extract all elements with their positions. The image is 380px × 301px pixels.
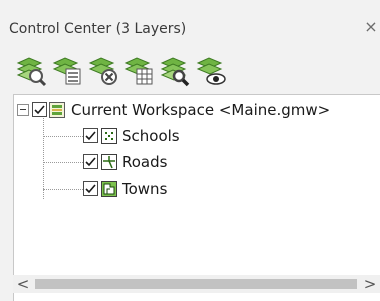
checkmark-icon bbox=[85, 184, 96, 194]
layer-eye-icon bbox=[196, 57, 226, 85]
layer-table-button[interactable] bbox=[122, 54, 156, 88]
line-layer-icon bbox=[101, 154, 117, 170]
layer-remove-icon bbox=[88, 57, 117, 85]
layer-list-icon bbox=[52, 57, 81, 85]
scroll-right-arrow[interactable]: > bbox=[362, 275, 378, 293]
layer-magnifier-icon bbox=[16, 57, 47, 87]
tree-connector-schools bbox=[43, 136, 83, 137]
tree-connector-towns bbox=[43, 189, 83, 190]
collapse-workspace-toggle[interactable] bbox=[17, 104, 29, 116]
polygon-layer-icon bbox=[101, 181, 117, 197]
layer-table-icon bbox=[124, 57, 153, 85]
layer-visibility-button[interactable] bbox=[194, 54, 228, 88]
scroll-left-arrow[interactable]: < bbox=[15, 275, 31, 293]
line-glyph bbox=[103, 156, 115, 169]
remove-layer-button[interactable] bbox=[86, 54, 120, 88]
tree-connector-vertical bbox=[43, 116, 44, 199]
checkmark-icon bbox=[85, 131, 96, 141]
layer-search-icon bbox=[160, 57, 190, 87]
workspace-checkbox[interactable] bbox=[32, 102, 47, 117]
layer-label-roads[interactable]: Roads bbox=[122, 153, 167, 171]
checkmark-icon bbox=[34, 105, 45, 115]
close-icon[interactable]: × bbox=[362, 18, 380, 36]
layer-properties-button[interactable] bbox=[50, 54, 84, 88]
layer-toolbar bbox=[0, 54, 380, 90]
layer-tree: Current Workspace <Maine.gmw> Schools Ro… bbox=[13, 94, 380, 301]
towns-checkbox[interactable] bbox=[83, 181, 98, 196]
horizontal-scrollbar[interactable]: < > bbox=[13, 275, 380, 293]
workspace-icon bbox=[49, 102, 65, 118]
tree-connector-roads bbox=[43, 162, 83, 163]
polygon-glyph bbox=[103, 183, 115, 195]
point-layer-icon bbox=[101, 128, 117, 144]
panel-titlebar: Control Center (3 Layers) × bbox=[0, 0, 380, 38]
workspace-label[interactable]: Current Workspace <Maine.gmw> bbox=[71, 101, 330, 119]
workspace-glyph bbox=[52, 105, 62, 115]
scrollbar-thumb[interactable] bbox=[35, 279, 357, 289]
layer-label-schools[interactable]: Schools bbox=[122, 127, 180, 145]
control-center-panel: Control Center (3 Layers) × Current Work… bbox=[0, 0, 380, 301]
checkmark-icon bbox=[85, 157, 96, 167]
find-in-layer-button[interactable] bbox=[158, 54, 192, 88]
point-glyph bbox=[105, 132, 113, 140]
zoom-to-layer-button[interactable] bbox=[14, 54, 48, 88]
layer-label-towns[interactable]: Towns bbox=[122, 180, 167, 198]
panel-title: Control Center (3 Layers) bbox=[9, 21, 187, 37]
roads-checkbox[interactable] bbox=[83, 154, 98, 169]
schools-checkbox[interactable] bbox=[83, 128, 98, 143]
